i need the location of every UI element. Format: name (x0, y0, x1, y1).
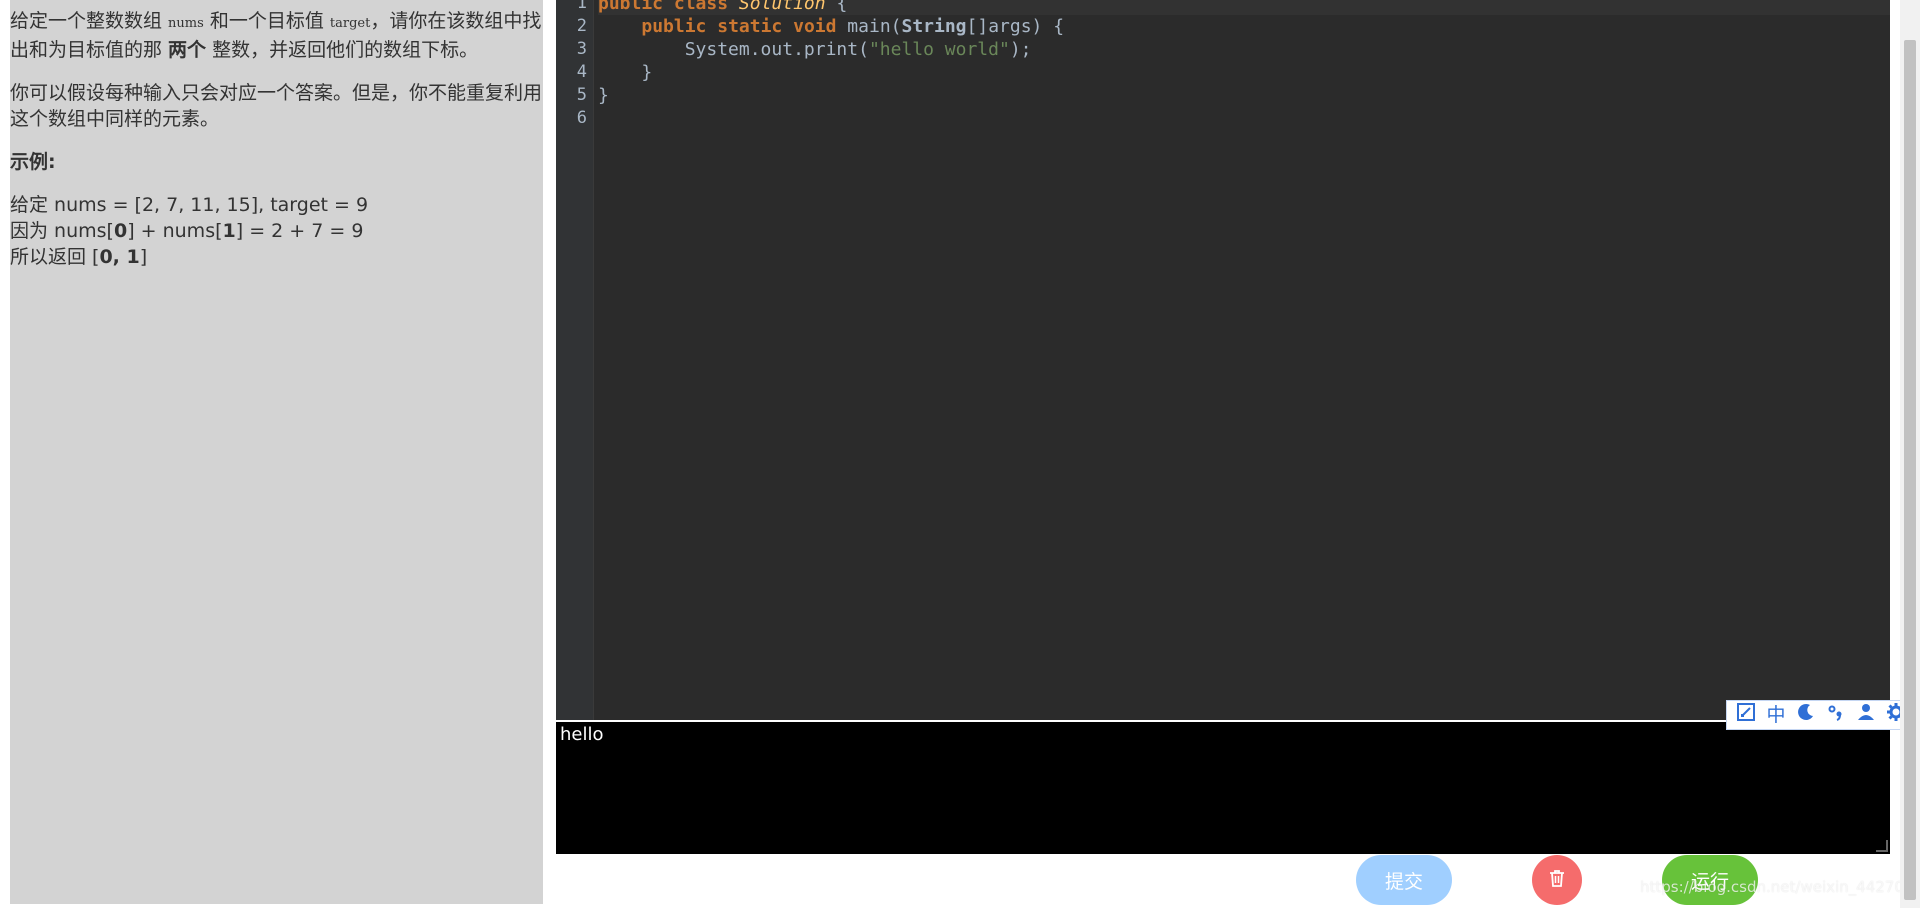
chinese-mode-icon[interactable]: 中 (1764, 701, 1788, 729)
code-line-5[interactable]: } (598, 84, 1890, 107)
example-block: 给定 nums = [2, 7, 11, 15], target = 9 因为 … (10, 192, 543, 270)
output-text: hello (560, 724, 604, 745)
submit-button[interactable]: 提交 (1356, 855, 1452, 905)
watermark: https://blog.csdn.net/weixin_44270427 (1640, 878, 1920, 896)
ime-toolbar: 中 (1726, 700, 1916, 730)
resize-handle[interactable] (1876, 840, 1888, 852)
target-code: target (329, 16, 371, 31)
line-number: 5 (576, 85, 587, 105)
example-line-1: 给定 nums = [2, 7, 11, 15], target = 9 (10, 194, 369, 216)
code-line-4[interactable]: } (598, 61, 1890, 84)
problem-paragraph-2: 你可以假设每种输入只会对应一个答案。但是，你不能重复利用这个数组中同样的元素。 (10, 82, 543, 130)
moon-icon[interactable] (1794, 701, 1818, 729)
output-console[interactable]: hello (556, 722, 1890, 854)
code-area[interactable]: public class Solution { public static vo… (598, 0, 1890, 130)
example-line-2: 因为 nums[0] + nums[1] = 2 + 7 = 9 (10, 220, 364, 242)
nums-code: nums (168, 16, 204, 31)
page-scrollbar[interactable] (1900, 0, 1920, 908)
line-number: 2 (576, 16, 587, 36)
delete-button[interactable] (1532, 855, 1582, 905)
line-number-gutter: 1 2 3 4 5 6 (556, 0, 594, 720)
line-number: 3 (576, 39, 587, 59)
problem-description: 给定一个整数数组 nums 和一个目标值 target，请你在该数组中找出和为目… (10, 0, 543, 904)
resize-icon[interactable] (1734, 701, 1758, 729)
code-line-2[interactable]: public static void main(String[]args) { (598, 15, 1890, 38)
problem-paragraph-1: 给定一个整数数组 nums 和一个目标值 target，请你在该数组中找出和为目… (10, 10, 542, 61)
code-line-3[interactable]: System.out.print("hello world"); (598, 38, 1890, 61)
example-line-3: 所以返回 [0, 1] (10, 246, 148, 268)
two-bold: 两个 (168, 39, 207, 61)
code-editor[interactable]: 1 2 3 4 5 6 public class Solution { publ… (556, 0, 1890, 720)
punctuation-icon[interactable] (1824, 701, 1848, 729)
code-line-6[interactable] (598, 107, 1890, 130)
line-number: 6 (576, 108, 587, 128)
user-icon[interactable] (1854, 701, 1878, 729)
scrollbar-thumb[interactable] (1904, 40, 1916, 900)
trash-icon (1549, 869, 1565, 892)
line-number: 1 (576, 0, 587, 13)
code-line-1[interactable]: public class Solution { (598, 0, 1890, 15)
example-title: 示例: (10, 151, 56, 173)
line-number: 4 (576, 62, 587, 82)
